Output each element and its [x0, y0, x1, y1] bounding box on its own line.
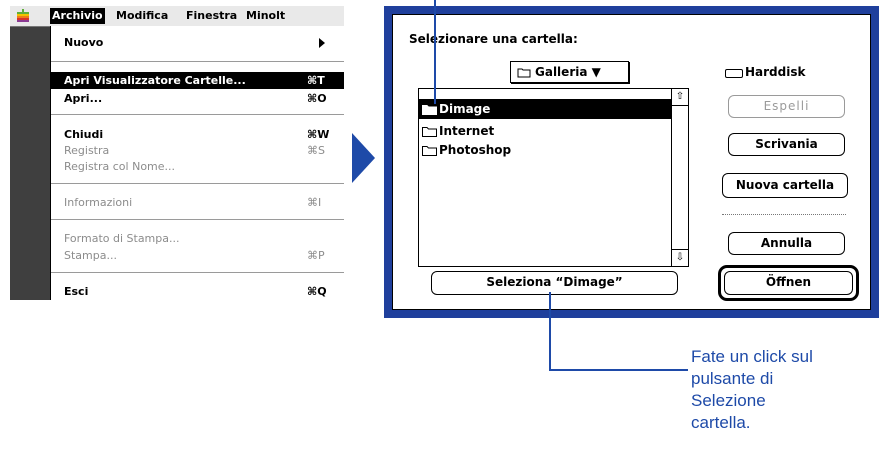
menu-separator — [51, 114, 344, 115]
folder-name: Dimage — [439, 102, 491, 116]
menu-item-label: Apri... — [64, 92, 103, 105]
eject-button[interactable]: Espelli — [728, 95, 845, 118]
archivio-dropdown: Nuovo Apri Visualizzatore Cartelle... ⌘T… — [50, 26, 344, 300]
menu-finestra[interactable]: Finestra — [186, 8, 237, 24]
menu-item-label: Esci — [64, 285, 89, 298]
pointer-line-top — [434, 0, 436, 104]
menu-item-registra: Registra ⌘S — [51, 142, 344, 159]
menu-item-label: Registra — [64, 144, 110, 157]
open-button[interactable]: Öffnen — [724, 271, 853, 295]
menu-item-shortcut: ⌘Q — [307, 285, 327, 298]
list-scrollbar[interactable]: ⇧ ⇩ — [671, 89, 688, 266]
callout-line: Selezione — [691, 391, 766, 410]
button-divider — [722, 214, 846, 215]
callout-line: pulsante di — [691, 369, 774, 388]
folder-name: Internet — [439, 124, 495, 138]
menu-item-shortcut: ⌘W — [307, 128, 330, 141]
menu-item-shortcut: ⌘T — [307, 74, 325, 87]
menu-item-nuovo[interactable]: Nuovo — [51, 34, 344, 51]
menu-item-shortcut: ⌘I — [307, 196, 322, 209]
menu-item-shortcut: ⌘P — [307, 249, 325, 262]
select-folder-dialog: Selezionare una cartella: Galleria ▼ Har… — [384, 6, 879, 318]
scroll-down-arrow-icon[interactable]: ⇩ — [672, 249, 688, 266]
menu-item-label: Stampa... — [64, 249, 117, 262]
folder-icon — [422, 105, 437, 115]
cancel-button[interactable]: Annulla — [728, 232, 845, 255]
instruction-callout: Fate un click sul pulsante di Selezione … — [691, 346, 879, 434]
scroll-up-arrow-icon[interactable]: ⇧ — [672, 89, 688, 106]
menu-item-informazioni: Informazioni ⌘I — [51, 194, 344, 211]
menu-item-formato-di-stampa: Formato di Stampa... — [51, 230, 344, 247]
menu-item-label: Chiudi — [64, 128, 104, 141]
folder-popup-menu[interactable]: Galleria ▼ — [510, 61, 629, 83]
harddisk-icon — [725, 69, 743, 78]
menu-item-label: Nuovo — [64, 36, 104, 49]
menu-item-label: Apri Visualizzatore Cartelle... — [64, 74, 246, 87]
menu-item-shortcut: ⌘O — [307, 92, 327, 105]
folder-name: Photoshop — [439, 143, 512, 157]
callout-line: Fate un click sul — [691, 347, 813, 366]
select-folder-button[interactable]: Seleziona “Dimage” — [431, 271, 678, 295]
step-arrow-icon — [352, 133, 375, 183]
menu-item-registra-col-nome: Registra col Nome... — [51, 158, 344, 175]
menu-modifica[interactable]: Modifica — [116, 8, 168, 24]
folder-icon — [422, 127, 437, 137]
menu-minolta[interactable]: Minolt — [246, 8, 285, 24]
folder-popup-label: Galleria ▼ — [535, 65, 601, 79]
menu-item-shortcut: ⌘S — [307, 144, 325, 157]
menu-bar: Archivio Modifica Finestra Minolt — [10, 6, 344, 27]
folder-icon — [422, 146, 437, 156]
menu-item-label: Informazioni — [64, 196, 133, 209]
folder-list[interactable]: Dimage Internet Photoshop ⇧ ⇩ — [418, 88, 689, 267]
list-item[interactable]: Internet — [419, 121, 671, 141]
folder-popup-icon — [517, 68, 531, 78]
menu-item-apri[interactable]: Apri... ⌘O — [51, 90, 344, 107]
dialog-body: Selezionare una cartella: Galleria ▼ Har… — [392, 14, 871, 310]
menu-screenshot: Archivio Modifica Finestra Minolt Nuovo … — [10, 6, 344, 300]
menu-item-esci[interactable]: Esci ⌘Q — [51, 283, 344, 300]
new-folder-button[interactable]: Nuova cartella — [722, 173, 848, 198]
list-item[interactable]: Photoshop — [419, 140, 671, 160]
pointer-line-vertical — [549, 292, 551, 371]
menu-item-stampa: Stampa... ⌘P — [51, 247, 344, 264]
apple-icon[interactable] — [16, 8, 30, 24]
list-item[interactable]: Dimage — [419, 99, 671, 119]
callout-line: cartella. — [691, 413, 751, 432]
menu-separator — [51, 272, 344, 273]
disk-label: Harddisk — [725, 65, 806, 79]
menu-item-label: Formato di Stampa... — [64, 232, 180, 245]
menu-item-chiudi[interactable]: Chiudi ⌘W — [51, 126, 344, 143]
menu-item-label: Registra col Nome... — [64, 160, 176, 173]
pointer-line-horizontal — [549, 369, 688, 371]
menu-separator — [51, 219, 344, 220]
menu-item-apri-visualizzatore[interactable]: Apri Visualizzatore Cartelle... ⌘T — [51, 72, 344, 89]
menu-separator — [51, 183, 344, 184]
submenu-arrow-icon — [319, 38, 325, 48]
menu-separator — [51, 61, 344, 62]
disk-name: Harddisk — [745, 65, 806, 79]
menu-archivio[interactable]: Archivio — [50, 8, 105, 24]
desktop-button[interactable]: Scrivania — [728, 133, 845, 156]
